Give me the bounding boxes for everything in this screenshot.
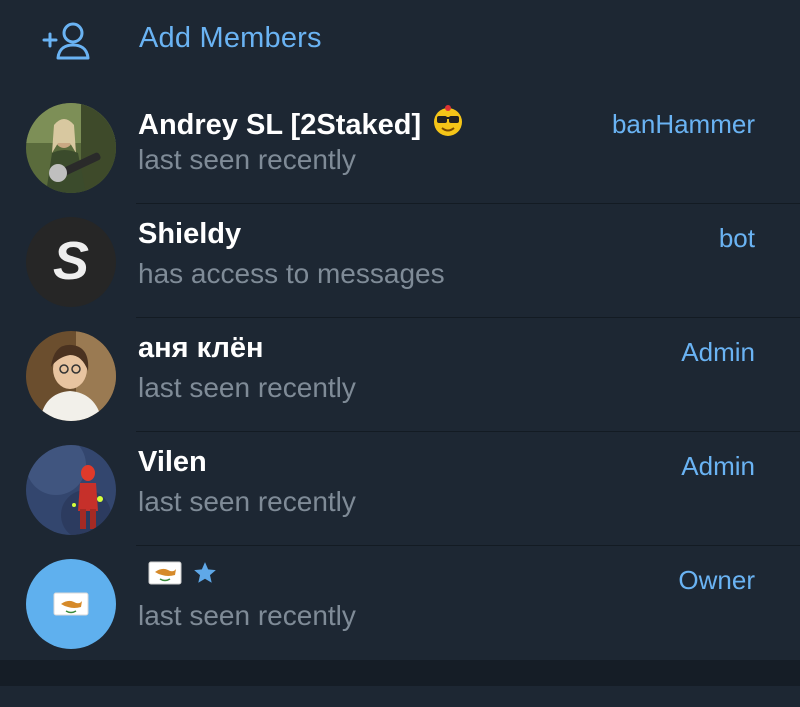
member-name: Vilen <box>138 446 207 478</box>
member-status: has access to messages <box>138 258 445 289</box>
cyprus-flag-icon <box>148 560 182 594</box>
member-name: Shieldy <box>138 218 242 250</box>
section-separator <box>0 660 800 686</box>
member-role: Owner <box>678 565 755 595</box>
avatar[interactable] <box>26 559 116 649</box>
avatar[interactable] <box>26 103 116 193</box>
add-members-label: Add Members <box>139 22 322 54</box>
member-role: Admin <box>681 337 755 367</box>
member-name <box>138 560 218 594</box>
member-row-andrey[interactable]: Andrey SL [2Staked] last seen recently b… <box>0 90 800 204</box>
member-row-owner[interactable]: last seen recently Owner <box>0 546 800 660</box>
sunglasses-emoji-icon <box>431 104 465 146</box>
member-row-shieldy[interactable]: S Shieldy has access to messages bot <box>0 204 800 318</box>
member-name: аня клён <box>138 332 264 364</box>
add-user-icon <box>40 20 92 64</box>
member-status: last seen recently <box>138 600 356 631</box>
member-status: last seen recently <box>138 486 356 517</box>
star-icon <box>192 560 218 594</box>
avatar-letter: S <box>53 231 89 291</box>
member-role: Admin <box>681 451 755 481</box>
avatar[interactable]: S <box>26 217 116 307</box>
avatar[interactable] <box>26 445 116 535</box>
member-row-vilen[interactable]: Vilen last seen recently Admin <box>0 432 800 546</box>
member-status: last seen recently <box>138 372 356 403</box>
bottom-section <box>0 686 800 707</box>
member-name: Andrey SL [2Staked] <box>138 104 465 146</box>
add-members-button[interactable]: Add Members <box>0 0 800 90</box>
group-members-screen: Add Members Andrey SL [2Staked] last see… <box>0 0 800 707</box>
member-role: bot <box>718 223 755 253</box>
member-status: last seen recently <box>138 144 356 175</box>
member-role: banHammer <box>611 109 755 139</box>
avatar[interactable] <box>26 331 116 421</box>
member-row-anya[interactable]: аня клён last seen recently Admin <box>0 318 800 432</box>
